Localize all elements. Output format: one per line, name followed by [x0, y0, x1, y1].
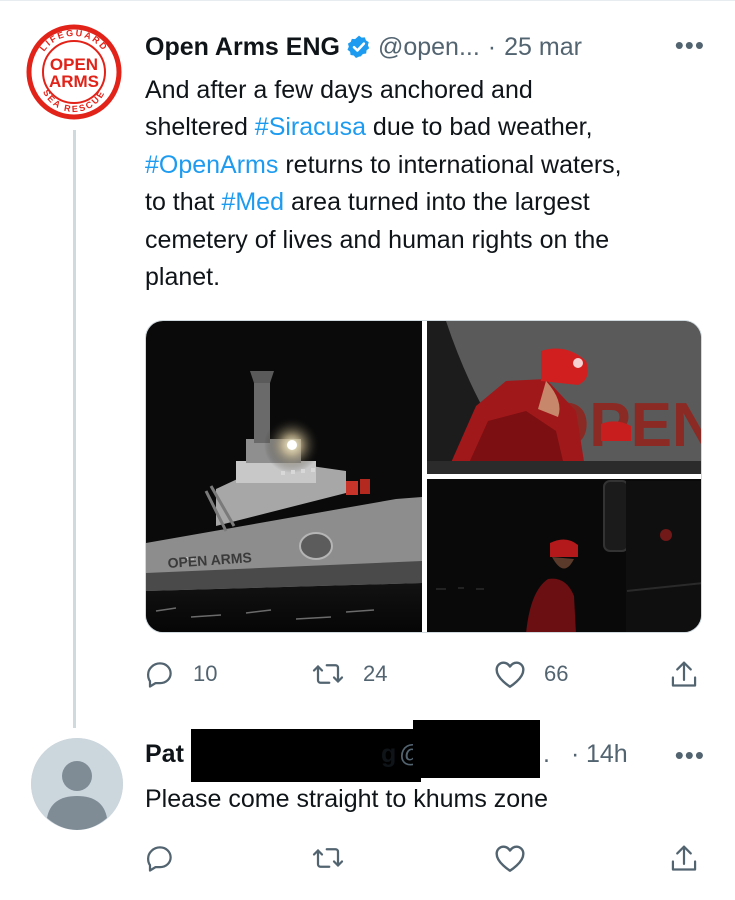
- reply-button[interactable]: 10: [145, 659, 217, 689]
- media-image-crew-night[interactable]: [427, 479, 702, 633]
- tweet-text-line: planet.: [145, 259, 705, 296]
- tweet-text-segment: planet.: [145, 263, 221, 292]
- tweet-text-line: cemetery of lives and human rights on th…: [145, 222, 705, 259]
- reply-header: Pat g @ . · 14h: [145, 720, 705, 782]
- handle[interactable]: @open...: [378, 33, 480, 62]
- tweet-text-line: #OpenArms returns to international water…: [145, 147, 705, 184]
- more-options-icon[interactable]: •••: [675, 30, 705, 61]
- avatar-default[interactable]: [31, 738, 123, 830]
- media-image-ship[interactable]: OPEN ARMS: [146, 321, 422, 633]
- top-divider: [0, 0, 735, 1]
- heart-icon: [495, 661, 525, 688]
- media-grid: OPEN ARMS OPEN: [145, 320, 702, 633]
- hashtag-link[interactable]: #Siracusa: [255, 113, 366, 141]
- media-image-crew-helmet[interactable]: OPEN: [427, 321, 702, 474]
- tweet-text-segment: sheltered: [145, 113, 255, 142]
- share-button[interactable]: [670, 659, 716, 691]
- verified-badge-icon: [347, 35, 370, 58]
- redaction-bar-handle: [413, 720, 540, 778]
- reply-share-button[interactable]: [670, 843, 716, 875]
- retweet-count: 24: [363, 661, 388, 686]
- heart-icon: [495, 845, 525, 872]
- tweet-text-segment: due to bad weather,: [365, 113, 593, 142]
- reply-reply-button[interactable]: [145, 843, 193, 873]
- reply-handle-suffix: .: [543, 740, 550, 768]
- reply-icon: [147, 662, 172, 688]
- header-separator: ·: [487, 32, 497, 61]
- logo-word-arms: ARMS: [49, 72, 99, 91]
- reply-display-name[interactable]: Pat: [145, 740, 184, 769]
- tweet-text-segment: to that: [145, 188, 222, 217]
- reply-count: 10: [193, 661, 218, 686]
- reply-timestamp[interactable]: 14h: [586, 740, 628, 769]
- retweet-icon: [312, 848, 344, 868]
- open-arms-logo: LIFEGUARD SEA RESCUE OPEN ARMS: [26, 24, 122, 120]
- avatar-open-arms[interactable]: LIFEGUARD SEA RESCUE OPEN ARMS: [20, 18, 128, 126]
- tweet-text-segment: area turned into the largest: [284, 188, 590, 217]
- tweet-text-line: And after a few days anchored and: [145, 72, 705, 109]
- hashtag-link[interactable]: #OpenArms: [145, 151, 278, 179]
- like-button[interactable]: 66: [494, 659, 568, 689]
- reply-name-suffix: g: [381, 740, 397, 768]
- tweet-text-line: sheltered #Siracusa due to bad weather,: [145, 109, 705, 146]
- retweet-icon: [312, 664, 344, 684]
- reply-text: Please come straight to khums zone: [145, 785, 548, 813]
- default-user-icon: [31, 738, 123, 830]
- retweet-button[interactable]: 24: [311, 659, 387, 689]
- thread-connector-line: [73, 130, 76, 728]
- reply-like-button[interactable]: [494, 843, 544, 873]
- tweet-text: And after a few days anchored and shelter…: [145, 72, 705, 296]
- tweet-text-segment: cemetery of lives and human rights on th…: [145, 225, 610, 254]
- tweet-text-segment: And after a few days anchored and: [145, 76, 533, 104]
- tweet-header: Open Arms ENG @open... · 25 mar: [145, 30, 715, 64]
- share-icon: [671, 661, 697, 687]
- like-count: 66: [544, 661, 569, 686]
- share-icon: [671, 845, 697, 871]
- timestamp[interactable]: 25 mar: [504, 33, 582, 62]
- reply-more-options-icon[interactable]: •••: [675, 740, 705, 771]
- tweet-text-segment: returns to international waters,: [278, 150, 622, 179]
- reply-icon: [147, 846, 172, 872]
- reply-separator: ·: [571, 740, 580, 768]
- tweet-text-line: to that #Med area turned into the larges…: [145, 184, 705, 221]
- hashtag-link[interactable]: #Med: [221, 188, 284, 216]
- reply-retweet-button[interactable]: [311, 843, 363, 873]
- display-name[interactable]: Open Arms ENG: [145, 33, 340, 62]
